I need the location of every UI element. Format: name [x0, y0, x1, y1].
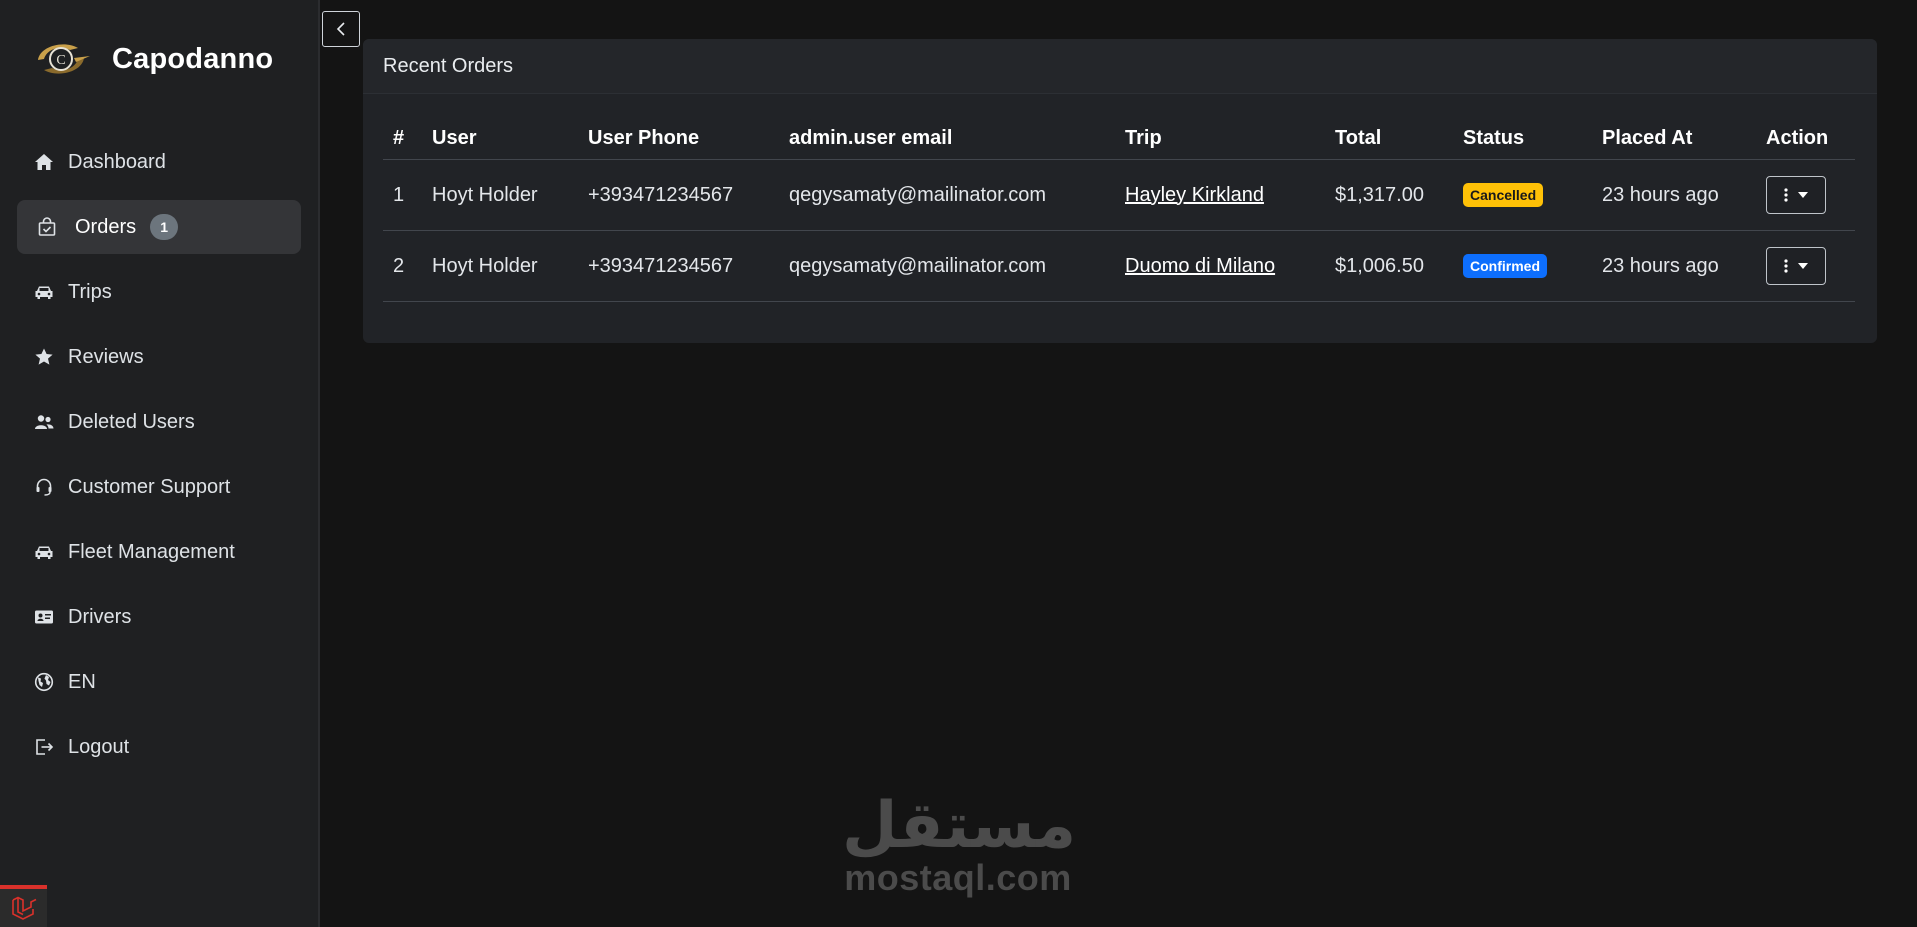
- column-header-total: Total: [1325, 117, 1453, 160]
- row-actions-dropdown-button[interactable]: [1766, 247, 1826, 285]
- globe-icon: [34, 672, 54, 692]
- sidebar-item-label: Drivers: [68, 605, 132, 628]
- laravel-logo-icon: [11, 896, 36, 920]
- sidebar-item-label: Fleet Management: [68, 540, 235, 563]
- star-icon: [34, 347, 54, 367]
- sidebar-item-customer-support[interactable]: Customer Support: [17, 460, 301, 514]
- kebab-menu-icon: [1784, 259, 1788, 273]
- svg-text:C: C: [56, 53, 65, 68]
- watermark-arabic-text: مستقل: [842, 789, 1077, 861]
- id-card-icon: [34, 607, 54, 627]
- order-status-cell: Confirmed: [1453, 230, 1592, 302]
- recent-orders-card: Recent Orders # User User Phone admin.us…: [363, 39, 1877, 343]
- chevron-left-icon: [336, 22, 345, 36]
- column-header-status: Status: [1453, 117, 1592, 160]
- sidebar-item-label: EN: [68, 670, 96, 693]
- column-header-index: #: [383, 117, 422, 160]
- caret-down-icon: [1798, 263, 1808, 269]
- sidebar-nav: Dashboard Orders 1 Trips Reviews Deleted…: [17, 135, 301, 785]
- table-header-row: # User User Phone admin.user email Trip …: [383, 117, 1855, 160]
- car-icon: [34, 282, 54, 302]
- sidebar-item-label: Dashboard: [68, 150, 166, 173]
- sidebar-item-deleted-users[interactable]: Deleted Users: [17, 395, 301, 449]
- order-user: Hoyt Holder: [422, 230, 578, 302]
- laravel-debugbar-tab[interactable]: [0, 885, 47, 927]
- headset-icon: [34, 477, 54, 497]
- order-action-cell: [1756, 230, 1855, 302]
- sidebar-item-fleet-management[interactable]: Fleet Management: [17, 525, 301, 579]
- sidebar-item-dashboard[interactable]: Dashboard: [17, 135, 301, 189]
- sidebar-item-label: Orders: [75, 215, 137, 238]
- sidebar-item-label: Deleted Users: [68, 410, 195, 433]
- shopping-bag-icon: [37, 217, 57, 237]
- table-row: 2 Hoyt Holder +393471234567 qegysamaty@m…: [383, 230, 1855, 302]
- home-icon: [34, 152, 54, 172]
- order-email: qegysamaty@mailinator.com: [779, 230, 1115, 302]
- order-trip-cell: Hayley Kirkland: [1115, 159, 1325, 231]
- order-total: $1,317.00: [1325, 159, 1453, 231]
- sidebar-item-logout[interactable]: Logout: [17, 720, 301, 774]
- brand-name: Capodanno: [112, 42, 274, 75]
- order-status-cell: Cancelled: [1453, 159, 1592, 231]
- order-user: Hoyt Holder: [422, 159, 578, 231]
- sidebar-item-label: Reviews: [68, 345, 144, 368]
- logout-icon: [34, 737, 54, 757]
- order-placed-at: 23 hours ago: [1592, 159, 1756, 231]
- order-index: 1: [383, 159, 422, 231]
- table-row: 1 Hoyt Holder +393471234567 qegysamaty@m…: [383, 159, 1855, 231]
- order-action-cell: [1756, 159, 1855, 231]
- column-header-email: admin.user email: [779, 117, 1115, 160]
- sidebar: C Capodanno Dashboard Orders 1 Trips Rev…: [0, 0, 320, 927]
- column-header-trip: Trip: [1115, 117, 1325, 160]
- sidebar-item-trips[interactable]: Trips: [17, 265, 301, 319]
- column-header-action: Action: [1756, 117, 1855, 160]
- sidebar-item-label: Customer Support: [68, 475, 231, 498]
- trip-link[interactable]: Hayley Kirkland: [1125, 184, 1264, 206]
- kebab-menu-icon: [1784, 188, 1788, 202]
- brand[interactable]: C Capodanno: [30, 36, 273, 82]
- sidebar-toggle-button[interactable]: [322, 11, 360, 47]
- status-badge: Confirmed: [1463, 254, 1547, 278]
- status-badge: Cancelled: [1463, 183, 1544, 207]
- watermark-latin-text: mostaql.com: [844, 857, 1072, 898]
- sidebar-item-reviews[interactable]: Reviews: [17, 330, 301, 384]
- sidebar-item-label: Logout: [68, 735, 130, 758]
- mostaql-watermark: مستقل mostaql.com: [842, 789, 1077, 898]
- column-header-phone: User Phone: [578, 117, 779, 160]
- order-total: $1,006.50: [1325, 230, 1453, 302]
- caret-down-icon: [1798, 192, 1808, 198]
- sidebar-item-drivers[interactable]: Drivers: [17, 590, 301, 644]
- card-title: Recent Orders: [363, 39, 1877, 94]
- trip-link[interactable]: Duomo di Milano: [1125, 255, 1275, 277]
- order-email: qegysamaty@mailinator.com: [779, 159, 1115, 231]
- order-placed-at: 23 hours ago: [1592, 230, 1756, 302]
- order-index: 2: [383, 230, 422, 302]
- column-header-user: User: [422, 117, 578, 160]
- sidebar-item-orders[interactable]: Orders 1: [17, 200, 301, 254]
- order-phone: +393471234567: [578, 230, 779, 302]
- order-trip-cell: Duomo di Milano: [1115, 230, 1325, 302]
- users-icon: [34, 412, 54, 432]
- row-actions-dropdown-button[interactable]: [1766, 176, 1826, 214]
- orders-count-badge: 1: [150, 214, 179, 240]
- sidebar-item-label: Trips: [68, 280, 112, 303]
- orders-table: # User User Phone admin.user email Trip …: [383, 117, 1855, 302]
- order-phone: +393471234567: [578, 159, 779, 231]
- sidebar-item-language[interactable]: EN: [17, 655, 301, 709]
- capodanno-logo-icon: C: [38, 44, 90, 74]
- car-icon: [34, 542, 54, 562]
- column-header-placed-at: Placed At: [1592, 117, 1756, 160]
